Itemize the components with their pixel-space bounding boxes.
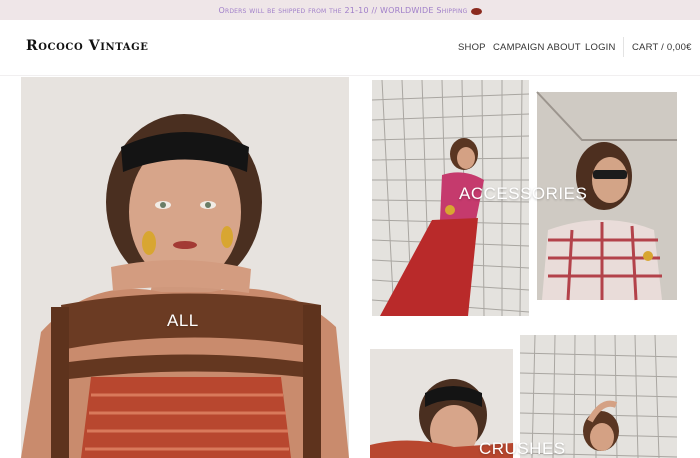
nav-divider xyxy=(623,37,624,57)
category-tile-crushes[interactable]: CRUSHES xyxy=(370,335,677,458)
category-tile-accessories[interactable]: ACCESSORIES xyxy=(372,80,677,316)
nav-campaign-link[interactable]: CAMPAIGN xyxy=(493,42,545,53)
site-header: Rococo Vintage SHOP CAMPAIGN ABOUT LOGIN… xyxy=(0,20,700,76)
announcement-bar: Orders will be shipped from the 21-10 //… xyxy=(0,0,700,20)
tile-label-accessories: ACCESSORIES xyxy=(459,184,588,203)
category-tile-all[interactable]: ALL xyxy=(21,77,349,458)
cart-link[interactable]: CART / 0,00€ xyxy=(632,42,692,53)
nav-login-link[interactable]: LOGIN xyxy=(585,42,616,53)
announcement-text: Orders will be shipped from the 21-10 //… xyxy=(218,5,468,15)
rugby-ball-icon xyxy=(470,7,482,15)
site-logo[interactable]: Rococo Vintage xyxy=(26,38,148,54)
nav-shop-link[interactable]: SHOP xyxy=(458,42,486,53)
model-photo-all xyxy=(21,77,349,458)
tile-label-all: ALL xyxy=(167,311,199,330)
nav-about-link[interactable]: ABOUT xyxy=(547,42,581,53)
tile-label-crushes: CRUSHES xyxy=(479,439,566,458)
